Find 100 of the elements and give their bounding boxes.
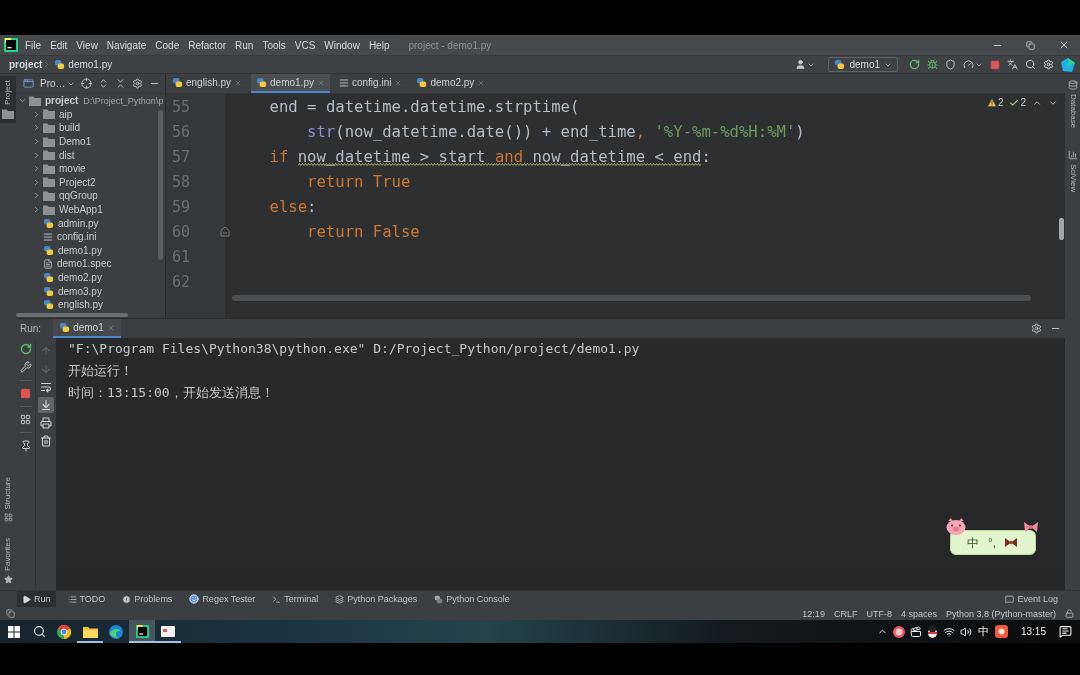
chevron-right-icon[interactable] xyxy=(32,205,41,215)
ime-punctuation-label[interactable]: °, xyxy=(988,536,997,549)
tree-item[interactable]: dist xyxy=(59,149,75,161)
bug-icon[interactable] xyxy=(927,59,938,70)
tool-window-tab[interactable]: Problems xyxy=(117,591,178,607)
menu-item[interactable]: Navigate xyxy=(106,39,147,51)
tree-item[interactable]: english.py xyxy=(58,299,104,311)
tree-item[interactable]: WebApp1 xyxy=(59,204,103,216)
tool-window-button[interactable]: Structure xyxy=(0,472,16,527)
search-icon[interactable] xyxy=(1025,59,1036,70)
restore-icon[interactable] xyxy=(1026,40,1035,50)
network-icon[interactable] xyxy=(942,625,955,638)
horizontal-scrollbar[interactable] xyxy=(16,313,128,317)
breadcrumb[interactable]: project xyxy=(9,59,43,70)
tree-item[interactable]: aip xyxy=(59,108,73,120)
stop-icon[interactable] xyxy=(20,388,31,399)
console-tab[interactable]: demo1 xyxy=(53,319,121,338)
menu-item[interactable]: Run xyxy=(235,39,254,51)
tree-item[interactable]: project xyxy=(45,95,79,107)
tree-item[interactable]: demo3.py xyxy=(58,285,102,297)
settings-icon[interactable] xyxy=(131,78,143,89)
menu-item[interactable]: Tools xyxy=(262,39,286,51)
scroll-to-end-button[interactable] xyxy=(37,397,54,413)
status-item[interactable]: CRLF xyxy=(833,608,858,619)
rerun-icon[interactable] xyxy=(19,343,32,355)
editor-tab[interactable]: config.ini xyxy=(333,74,408,93)
wrench-icon[interactable] xyxy=(19,361,32,373)
tree-item[interactable]: demo1.spec xyxy=(57,258,112,270)
chevron-right-icon[interactable] xyxy=(32,137,41,147)
fold-icon[interactable] xyxy=(220,226,230,237)
inspection-count[interactable]: 2 xyxy=(1020,97,1026,108)
tool-window-tab[interactable]: Python Console xyxy=(429,591,515,607)
bow-tie-icon[interactable] xyxy=(1005,538,1018,547)
volume-icon[interactable] xyxy=(959,625,972,638)
rerun-icon[interactable] xyxy=(909,59,920,70)
tool-window-button[interactable]: Favorites xyxy=(0,534,16,588)
status-item[interactable]: Python 3.8 (Python-master) xyxy=(945,608,1056,619)
unlocked-icon[interactable] xyxy=(1065,609,1074,618)
tool-window-tab[interactable]: Regex Tester xyxy=(184,591,261,607)
print-button[interactable] xyxy=(37,415,54,431)
shield-icon[interactable] xyxy=(945,59,956,70)
tool-window-button[interactable]: Project xyxy=(0,76,16,123)
status-item[interactable]: 12:19 xyxy=(802,608,825,619)
chevron-right-icon[interactable] xyxy=(32,150,41,160)
tool-window-tab[interactable]: Terminal xyxy=(267,591,324,607)
ime-mode-label[interactable]: 中 xyxy=(967,536,979,549)
chevron-right-icon[interactable] xyxy=(32,123,41,133)
editor-tab[interactable]: demo1.py xyxy=(251,74,330,93)
tool-window-button[interactable]: SciView xyxy=(1065,146,1080,197)
menu-item[interactable]: VCS xyxy=(294,39,316,51)
person-icon[interactable] xyxy=(795,59,807,70)
tree-item[interactable]: config.ini xyxy=(57,231,97,243)
editor-tab[interactable]: demo2.py xyxy=(411,74,491,93)
chevron-right-icon[interactable] xyxy=(32,164,41,174)
translate-icon[interactable] xyxy=(1007,59,1018,70)
editor-tab[interactable]: english.py xyxy=(167,74,248,93)
polygon-logo-icon[interactable] xyxy=(1061,57,1075,72)
project-view-dropdown[interactable]: Pro… xyxy=(40,78,75,89)
input-method-toolbar[interactable]: 中 °, xyxy=(950,530,1036,555)
tree-item[interactable]: Demo1 xyxy=(59,136,92,148)
menu-item[interactable]: Window xyxy=(324,39,360,51)
run-configuration-dropdown[interactable]: demo1 xyxy=(828,57,898,72)
clapperboard-icon[interactable] xyxy=(909,625,922,638)
vertical-scrollbar[interactable] xyxy=(158,110,163,260)
windows-start-icon[interactable] xyxy=(7,625,20,638)
chevron-right-icon[interactable] xyxy=(32,191,41,201)
input-mode-indicator[interactable]: 中 xyxy=(976,624,990,639)
search-icon[interactable] xyxy=(32,625,46,638)
tree-item[interactable]: demo1.py xyxy=(58,244,102,256)
menu-item[interactable]: View xyxy=(76,39,98,51)
tool-window-tab[interactable]: TODO xyxy=(62,591,111,607)
tool-windows-icon[interactable] xyxy=(6,609,15,618)
tree-item[interactable]: demo2.py xyxy=(58,272,102,283)
tool-window-tab[interactable]: Run xyxy=(17,591,56,607)
chevron-right-icon[interactable] xyxy=(32,109,41,119)
event-log-button[interactable]: Event Log xyxy=(1005,591,1080,607)
tree-item[interactable]: build xyxy=(59,122,81,134)
stop-icon[interactable] xyxy=(990,59,1000,70)
inspection-count[interactable]: 2 xyxy=(997,97,1004,108)
pin-icon[interactable] xyxy=(19,440,32,452)
tree-item[interactable]: movie xyxy=(59,163,86,175)
vertical-scrollbar[interactable] xyxy=(1059,218,1064,240)
breadcrumb[interactable]: demo1.py xyxy=(68,59,113,70)
disc-icon[interactable] xyxy=(892,625,905,638)
menu-item[interactable]: Help xyxy=(368,39,390,51)
tree-item[interactable]: Project2 xyxy=(59,176,96,188)
crosshair-icon[interactable] xyxy=(80,78,92,89)
menu-item[interactable]: File xyxy=(25,39,42,51)
settings-icon[interactable] xyxy=(1043,59,1054,70)
horizontal-scrollbar[interactable] xyxy=(232,295,1031,301)
menu-item[interactable]: Code xyxy=(155,39,180,51)
menu-item[interactable]: Refactor xyxy=(188,39,227,51)
notification-icon[interactable] xyxy=(1059,625,1072,638)
layout-icon[interactable] xyxy=(20,414,31,425)
tool-window-tab[interactable]: Python Packages xyxy=(330,591,423,607)
gauge-icon[interactable] xyxy=(963,59,974,70)
menu-item[interactable]: Edit xyxy=(50,39,68,51)
mascot-icon[interactable] xyxy=(926,625,938,638)
status-item[interactable]: 4 spaces xyxy=(900,608,937,619)
tree-item[interactable]: admin.py xyxy=(58,217,99,229)
